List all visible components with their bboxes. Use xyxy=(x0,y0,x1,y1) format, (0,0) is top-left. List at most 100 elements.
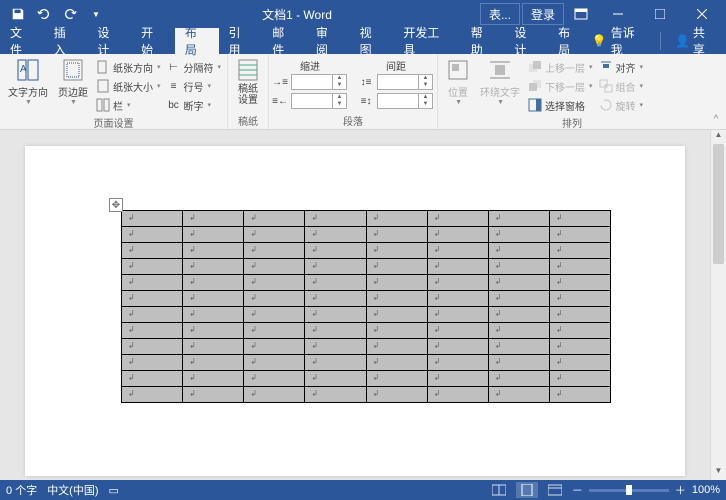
table-cell[interactable]: ↲ xyxy=(488,259,549,275)
table-cell[interactable]: ↲ xyxy=(366,211,427,227)
orientation-button[interactable]: 纸张方向▾ xyxy=(94,58,163,76)
table-cell[interactable]: ↲ xyxy=(183,339,244,355)
text-direction-button[interactable]: A 文字方向▼ xyxy=(4,56,52,108)
table-cell[interactable]: ↲ xyxy=(244,227,305,243)
table-cell[interactable]: ↲ xyxy=(122,371,183,387)
table-cell[interactable]: ↲ xyxy=(366,275,427,291)
macro-status-icon[interactable]: ▭ xyxy=(109,484,119,497)
scroll-thumb[interactable] xyxy=(713,144,724,264)
table-cell[interactable]: ↲ xyxy=(366,339,427,355)
table-cell[interactable]: ↲ xyxy=(305,307,366,323)
tab-home[interactable]: 开始 xyxy=(131,28,175,54)
table-row[interactable]: ↲↲↲↲↲↲↲↲ xyxy=(122,227,611,243)
table-cell[interactable]: ↲ xyxy=(427,211,488,227)
web-layout-button[interactable] xyxy=(544,482,566,498)
table-cell[interactable]: ↲ xyxy=(305,339,366,355)
table-cell[interactable]: ↲ xyxy=(305,259,366,275)
table-cell[interactable]: ↲ xyxy=(366,227,427,243)
table-cell[interactable]: ↲ xyxy=(549,355,610,371)
table-cell[interactable]: ↲ xyxy=(366,323,427,339)
tab-table-layout[interactable]: 布局 xyxy=(548,28,592,54)
table-cell[interactable]: ↲ xyxy=(183,243,244,259)
table-row[interactable]: ↲↲↲↲↲↲↲↲ xyxy=(122,339,611,355)
table-cell[interactable]: ↲ xyxy=(183,323,244,339)
table-row[interactable]: ↲↲↲↲↲↲↲↲ xyxy=(122,275,611,291)
table-cell[interactable]: ↲ xyxy=(366,307,427,323)
table-cell[interactable]: ↲ xyxy=(366,371,427,387)
table-cell[interactable]: ↲ xyxy=(488,275,549,291)
document-table[interactable]: ↲↲↲↲↲↲↲↲↲↲↲↲↲↲↲↲↲↲↲↲↲↲↲↲↲↲↲↲↲↲↲↲↲↲↲↲↲↲↲↲… xyxy=(121,210,611,403)
scroll-down-arrow[interactable]: ▼ xyxy=(711,466,726,480)
qat-customize-button[interactable]: ▼ xyxy=(84,3,108,25)
page[interactable]: ✥ ↲↲↲↲↲↲↲↲↲↲↲↲↲↲↲↲↲↲↲↲↲↲↲↲↲↲↲↲↲↲↲↲↲↲↲↲↲↲… xyxy=(25,146,685,476)
table-cell[interactable]: ↲ xyxy=(366,387,427,403)
table-cell[interactable]: ↲ xyxy=(427,371,488,387)
table-cell[interactable]: ↲ xyxy=(488,355,549,371)
table-cell[interactable]: ↲ xyxy=(244,307,305,323)
table-cell[interactable]: ↲ xyxy=(244,323,305,339)
table-cell[interactable]: ↲ xyxy=(305,275,366,291)
table-cell[interactable]: ↲ xyxy=(305,291,366,307)
table-cell[interactable]: ↲ xyxy=(183,211,244,227)
table-row[interactable]: ↲↲↲↲↲↲↲↲ xyxy=(122,259,611,275)
table-cell[interactable]: ↲ xyxy=(305,323,366,339)
read-mode-button[interactable] xyxy=(488,482,510,498)
table-row[interactable]: ↲↲↲↲↲↲↲↲ xyxy=(122,291,611,307)
document-scroll[interactable]: ✥ ↲↲↲↲↲↲↲↲↲↲↲↲↲↲↲↲↲↲↲↲↲↲↲↲↲↲↲↲↲↲↲↲↲↲↲↲↲↲… xyxy=(0,130,710,480)
table-cell[interactable]: ↲ xyxy=(366,243,427,259)
table-cell[interactable]: ↲ xyxy=(122,307,183,323)
table-cell[interactable]: ↲ xyxy=(549,211,610,227)
share-button[interactable]: 👤共享 xyxy=(665,24,726,58)
table-cell[interactable]: ↲ xyxy=(244,291,305,307)
table-cell[interactable]: ↲ xyxy=(488,243,549,259)
table-cell[interactable]: ↲ xyxy=(427,355,488,371)
table-cell[interactable]: ↲ xyxy=(366,355,427,371)
table-cell[interactable]: ↲ xyxy=(183,387,244,403)
table-cell[interactable]: ↲ xyxy=(427,243,488,259)
tab-view[interactable]: 视图 xyxy=(350,28,394,54)
table-cell[interactable]: ↲ xyxy=(122,243,183,259)
table-cell[interactable]: ↲ xyxy=(427,291,488,307)
table-cell[interactable]: ↲ xyxy=(488,211,549,227)
table-cell[interactable]: ↲ xyxy=(305,243,366,259)
table-cell[interactable]: ↲ xyxy=(549,387,610,403)
table-row[interactable]: ↲↲↲↲↲↲↲↲ xyxy=(122,307,611,323)
table-cell[interactable]: ↲ xyxy=(183,355,244,371)
tab-mailings[interactable]: 邮件 xyxy=(262,28,306,54)
tab-references[interactable]: 引用 xyxy=(219,28,263,54)
table-cell[interactable]: ↲ xyxy=(183,371,244,387)
table-row[interactable]: ↲↲↲↲↲↲↲↲ xyxy=(122,243,611,259)
table-cell[interactable]: ↲ xyxy=(122,291,183,307)
zoom-slider[interactable] xyxy=(589,489,669,492)
table-cell[interactable]: ↲ xyxy=(427,323,488,339)
table-cell[interactable]: ↲ xyxy=(549,323,610,339)
size-button[interactable]: 纸张大小▾ xyxy=(94,77,163,95)
table-cell[interactable]: ↲ xyxy=(305,371,366,387)
zoom-in-button[interactable]: ＋ xyxy=(675,482,686,498)
table-cell[interactable]: ↲ xyxy=(244,275,305,291)
table-cell[interactable]: ↲ xyxy=(488,387,549,403)
table-row[interactable]: ↲↲↲↲↲↲↲↲ xyxy=(122,371,611,387)
manuscript-settings-button[interactable]: 稿纸 设置 xyxy=(232,56,264,108)
save-button[interactable] xyxy=(6,3,30,25)
table-cell[interactable]: ↲ xyxy=(122,211,183,227)
collapse-ribbon-button[interactable]: ^ xyxy=(706,54,726,129)
tab-developer[interactable]: 开发工具 xyxy=(393,28,460,54)
line-numbers-button[interactable]: ≡行号▾ xyxy=(165,77,224,95)
table-cell[interactable]: ↲ xyxy=(183,275,244,291)
table-cell[interactable]: ↲ xyxy=(488,227,549,243)
tab-table-design[interactable]: 设计 xyxy=(504,28,548,54)
tab-design[interactable]: 设计 xyxy=(87,28,131,54)
table-cell[interactable]: ↲ xyxy=(366,291,427,307)
zoom-out-button[interactable]: － xyxy=(572,482,583,498)
tab-review[interactable]: 审阅 xyxy=(306,28,350,54)
align-button[interactable]: 对齐▾ xyxy=(597,58,646,76)
table-cell[interactable]: ↲ xyxy=(488,371,549,387)
ribbon-options-button[interactable] xyxy=(566,3,596,25)
table-cell[interactable]: ↲ xyxy=(488,339,549,355)
spacing-after-spinner[interactable]: ▲▼ xyxy=(377,93,433,109)
table-cell[interactable]: ↲ xyxy=(305,227,366,243)
table-cell[interactable]: ↲ xyxy=(244,259,305,275)
indent-right-spinner[interactable]: ▲▼ xyxy=(291,93,347,109)
table-cell[interactable]: ↲ xyxy=(488,323,549,339)
